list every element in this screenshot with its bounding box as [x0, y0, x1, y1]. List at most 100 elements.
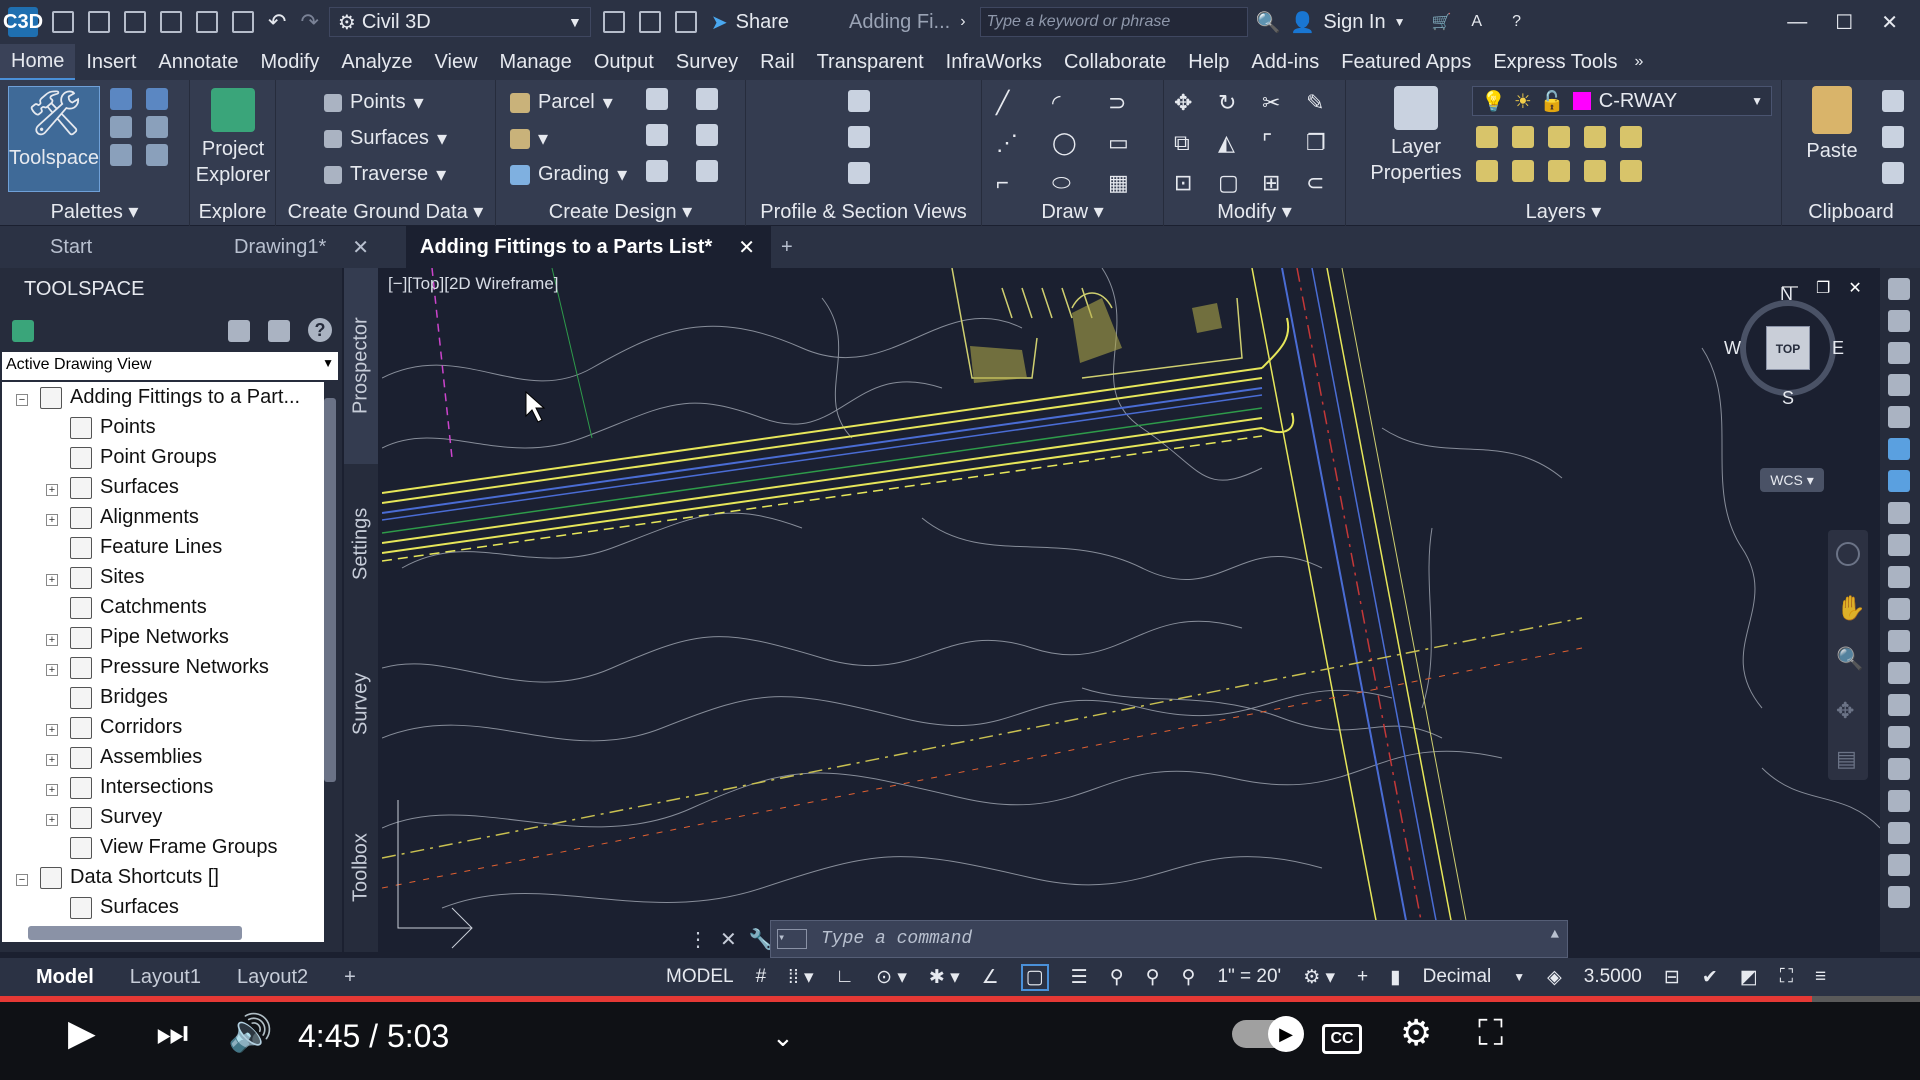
tree-item-pipe-networks[interactable]: Pipe Networks: [70, 626, 229, 649]
tab-add-ins[interactable]: Add-ins: [1240, 44, 1330, 80]
cart-icon[interactable]: 🛒: [1431, 12, 1451, 32]
tab-model[interactable]: Model: [0, 958, 112, 996]
right-tool-icon[interactable]: [1888, 406, 1910, 428]
snap-icon[interactable]: ⁞⁞ ▾: [788, 966, 813, 989]
view-dropdown[interactable]: Active Drawing View ▼: [2, 352, 338, 380]
right-tool-icon[interactable]: [1888, 662, 1910, 684]
tree-item-intersections[interactable]: Intersections: [70, 776, 213, 799]
paste-button[interactable]: Paste: [1792, 86, 1872, 164]
tree-item-assemblies[interactable]: Assemblies: [70, 746, 202, 769]
expand-icon[interactable]: +: [46, 634, 58, 646]
new-icon[interactable]: [52, 11, 74, 33]
tree-item-alignments[interactable]: Alignments: [70, 506, 199, 529]
viewcube[interactable]: TOP N S E W: [1724, 284, 1848, 408]
showmotion-icon[interactable]: ▤: [1836, 746, 1857, 772]
search-input[interactable]: Type a keyword or phrase: [979, 7, 1248, 37]
play-button[interactable]: ▶: [68, 1012, 96, 1054]
autodesk-icon[interactable]: A: [1471, 13, 1482, 31]
tab-collaborate[interactable]: Collaborate: [1053, 44, 1177, 80]
settings-icon[interactable]: [146, 88, 168, 110]
explode-icon[interactable]: ❐: [1306, 130, 1350, 156]
circle-icon[interactable]: ◯: [1052, 130, 1104, 156]
settings-icon[interactable]: ⚙: [1400, 1012, 1432, 1054]
tab-home[interactable]: Home: [0, 44, 76, 80]
clean-screen-icon[interactable]: ⛶: [1780, 966, 1793, 988]
layer-tool-icon[interactable]: [1620, 160, 1642, 182]
plus-icon[interactable]: +: [1357, 966, 1368, 988]
steering-wheel-icon[interactable]: [1836, 542, 1860, 566]
move-icon[interactable]: ✥: [1174, 90, 1218, 116]
offset-icon[interactable]: ⊂: [1306, 170, 1350, 196]
maximize-icon[interactable]: ☐: [1835, 10, 1853, 35]
share-button[interactable]: ➤ Share: [711, 10, 789, 35]
scale-icon[interactable]: ▢: [1218, 170, 1262, 196]
tab-adding-fittings[interactable]: Adding Fittings to a Parts List* ✕: [406, 226, 771, 268]
zoom-icon[interactable]: 🔍: [1836, 646, 1863, 672]
tree-item-data-shortcuts[interactable]: Data Shortcuts []: [40, 866, 219, 889]
right-tool-icon[interactable]: [1888, 502, 1910, 524]
toolspace-header[interactable]: TOOLSPACE: [0, 268, 342, 312]
expand-icon[interactable]: +: [46, 784, 58, 796]
close-icon[interactable]: ✕: [1848, 278, 1861, 298]
print-icon[interactable]: [232, 11, 254, 33]
tree-item-point-groups[interactable]: Point Groups: [70, 446, 217, 469]
arc-icon[interactable]: ◜: [1052, 90, 1104, 116]
tab-view[interactable]: View: [424, 44, 489, 80]
sample-lines-icon[interactable]: [848, 126, 870, 148]
redo-icon[interactable]: ↷: [300, 9, 318, 35]
wcs-menu[interactable]: WCS ▾: [1760, 468, 1824, 492]
layers-label[interactable]: Layers ▾: [1346, 199, 1781, 224]
tree-view-icon[interactable]: [228, 320, 250, 342]
quick-properties-icon[interactable]: ⊟: [1664, 966, 1680, 989]
line-icon[interactable]: ╱: [996, 90, 1048, 116]
vtab-toolbox[interactable]: Toolbox: [344, 784, 378, 952]
elevation-value[interactable]: 3.5000: [1584, 966, 1642, 988]
trim-icon[interactable]: ✂: [1262, 90, 1306, 116]
open-icon[interactable]: [88, 11, 110, 33]
chevron-right-icon[interactable]: ›: [960, 13, 965, 31]
tree-item-feature-lines[interactable]: Feature Lines: [70, 536, 222, 559]
right-tool-icon[interactable]: [1888, 886, 1910, 908]
right-tool-icon[interactable]: [1888, 630, 1910, 652]
create-ground-data-label[interactable]: Create Ground Data ▾: [276, 199, 495, 224]
layer-tool-icon[interactable]: [1620, 126, 1642, 148]
vtab-prospector[interactable]: Prospector: [344, 268, 378, 464]
grip-icon[interactable]: ⋮: [688, 927, 708, 952]
parcel-button[interactable]: Parcel ▾: [510, 90, 613, 115]
fillet-icon[interactable]: ⌜: [1262, 130, 1306, 156]
vtab-settings[interactable]: Settings: [344, 464, 378, 624]
right-tool-icon[interactable]: [1888, 822, 1910, 844]
close-icon[interactable]: ✕: [352, 235, 369, 260]
close-icon[interactable]: ✕: [738, 235, 755, 260]
properties-icon[interactable]: [110, 88, 132, 110]
save-icon[interactable]: [124, 11, 146, 33]
expand-icon[interactable]: +: [46, 724, 58, 736]
chevron-down-icon[interactable]: ▼: [1513, 970, 1525, 984]
tab-survey[interactable]: Survey: [665, 44, 749, 80]
layer-tool-icon[interactable]: [1584, 160, 1606, 182]
section-views-icon[interactable]: [848, 162, 870, 184]
collapse-icon[interactable]: −: [16, 394, 28, 406]
tree-vertical-scrollbar[interactable]: [324, 398, 336, 782]
captions-icon[interactable]: CC: [1322, 1024, 1362, 1054]
right-tool-icon[interactable]: [1888, 470, 1910, 492]
right-tool-icon[interactable]: [1888, 566, 1910, 588]
collapse-icon[interactable]: −: [16, 874, 28, 886]
erase-icon[interactable]: ✎: [1306, 90, 1350, 116]
more-tabs-icon[interactable]: »: [1634, 53, 1643, 71]
points-button[interactable]: Points ▾: [324, 90, 424, 115]
right-tool-icon[interactable]: [1888, 342, 1910, 364]
expand-icon[interactable]: +: [46, 814, 58, 826]
annotation-scale-icon[interactable]: ⚲: [1182, 966, 1196, 989]
create-design-label[interactable]: Create Design ▾: [496, 199, 745, 224]
array-icon[interactable]: ⊞: [1262, 170, 1306, 196]
modify-label[interactable]: Modify ▾: [1164, 199, 1345, 224]
tree-item-pressure-networks[interactable]: Pressure Networks: [70, 656, 269, 679]
sign-in-button[interactable]: 👤 Sign In ▼: [1290, 10, 1405, 35]
right-tool-icon[interactable]: [1888, 310, 1910, 332]
autoscale-icon[interactable]: ⚲: [1146, 966, 1160, 989]
tree-item-points[interactable]: Points: [70, 416, 156, 439]
expand-icon[interactable]: +: [46, 514, 58, 526]
tree-item-corridors[interactable]: Corridors: [70, 716, 182, 739]
tab-featured-apps[interactable]: Featured Apps: [1330, 44, 1482, 80]
